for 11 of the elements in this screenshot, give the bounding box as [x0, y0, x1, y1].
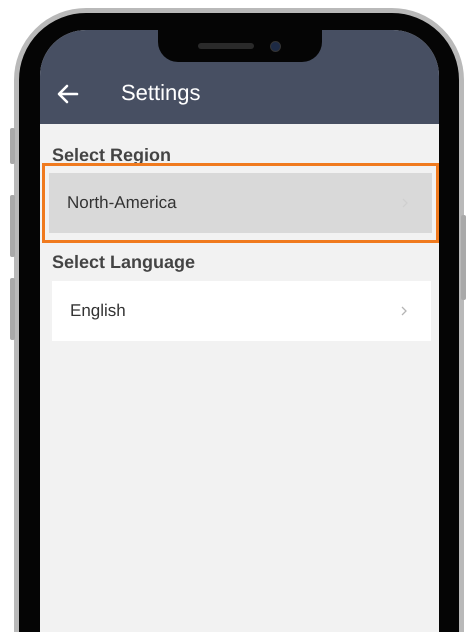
header-title: Settings [121, 80, 200, 106]
section-label: Select Language [52, 251, 196, 273]
back-arrow-icon[interactable] [57, 84, 79, 104]
row-value: English [70, 301, 126, 321]
row-value: North-America [67, 193, 177, 213]
speaker-icon [198, 43, 254, 49]
camera-icon [270, 40, 281, 52]
chevron-icon [401, 306, 407, 316]
select-row[interactable]: English [52, 281, 431, 341]
section-label: Select Region [52, 144, 172, 166]
select-row[interactable]: North-America [49, 173, 432, 233]
